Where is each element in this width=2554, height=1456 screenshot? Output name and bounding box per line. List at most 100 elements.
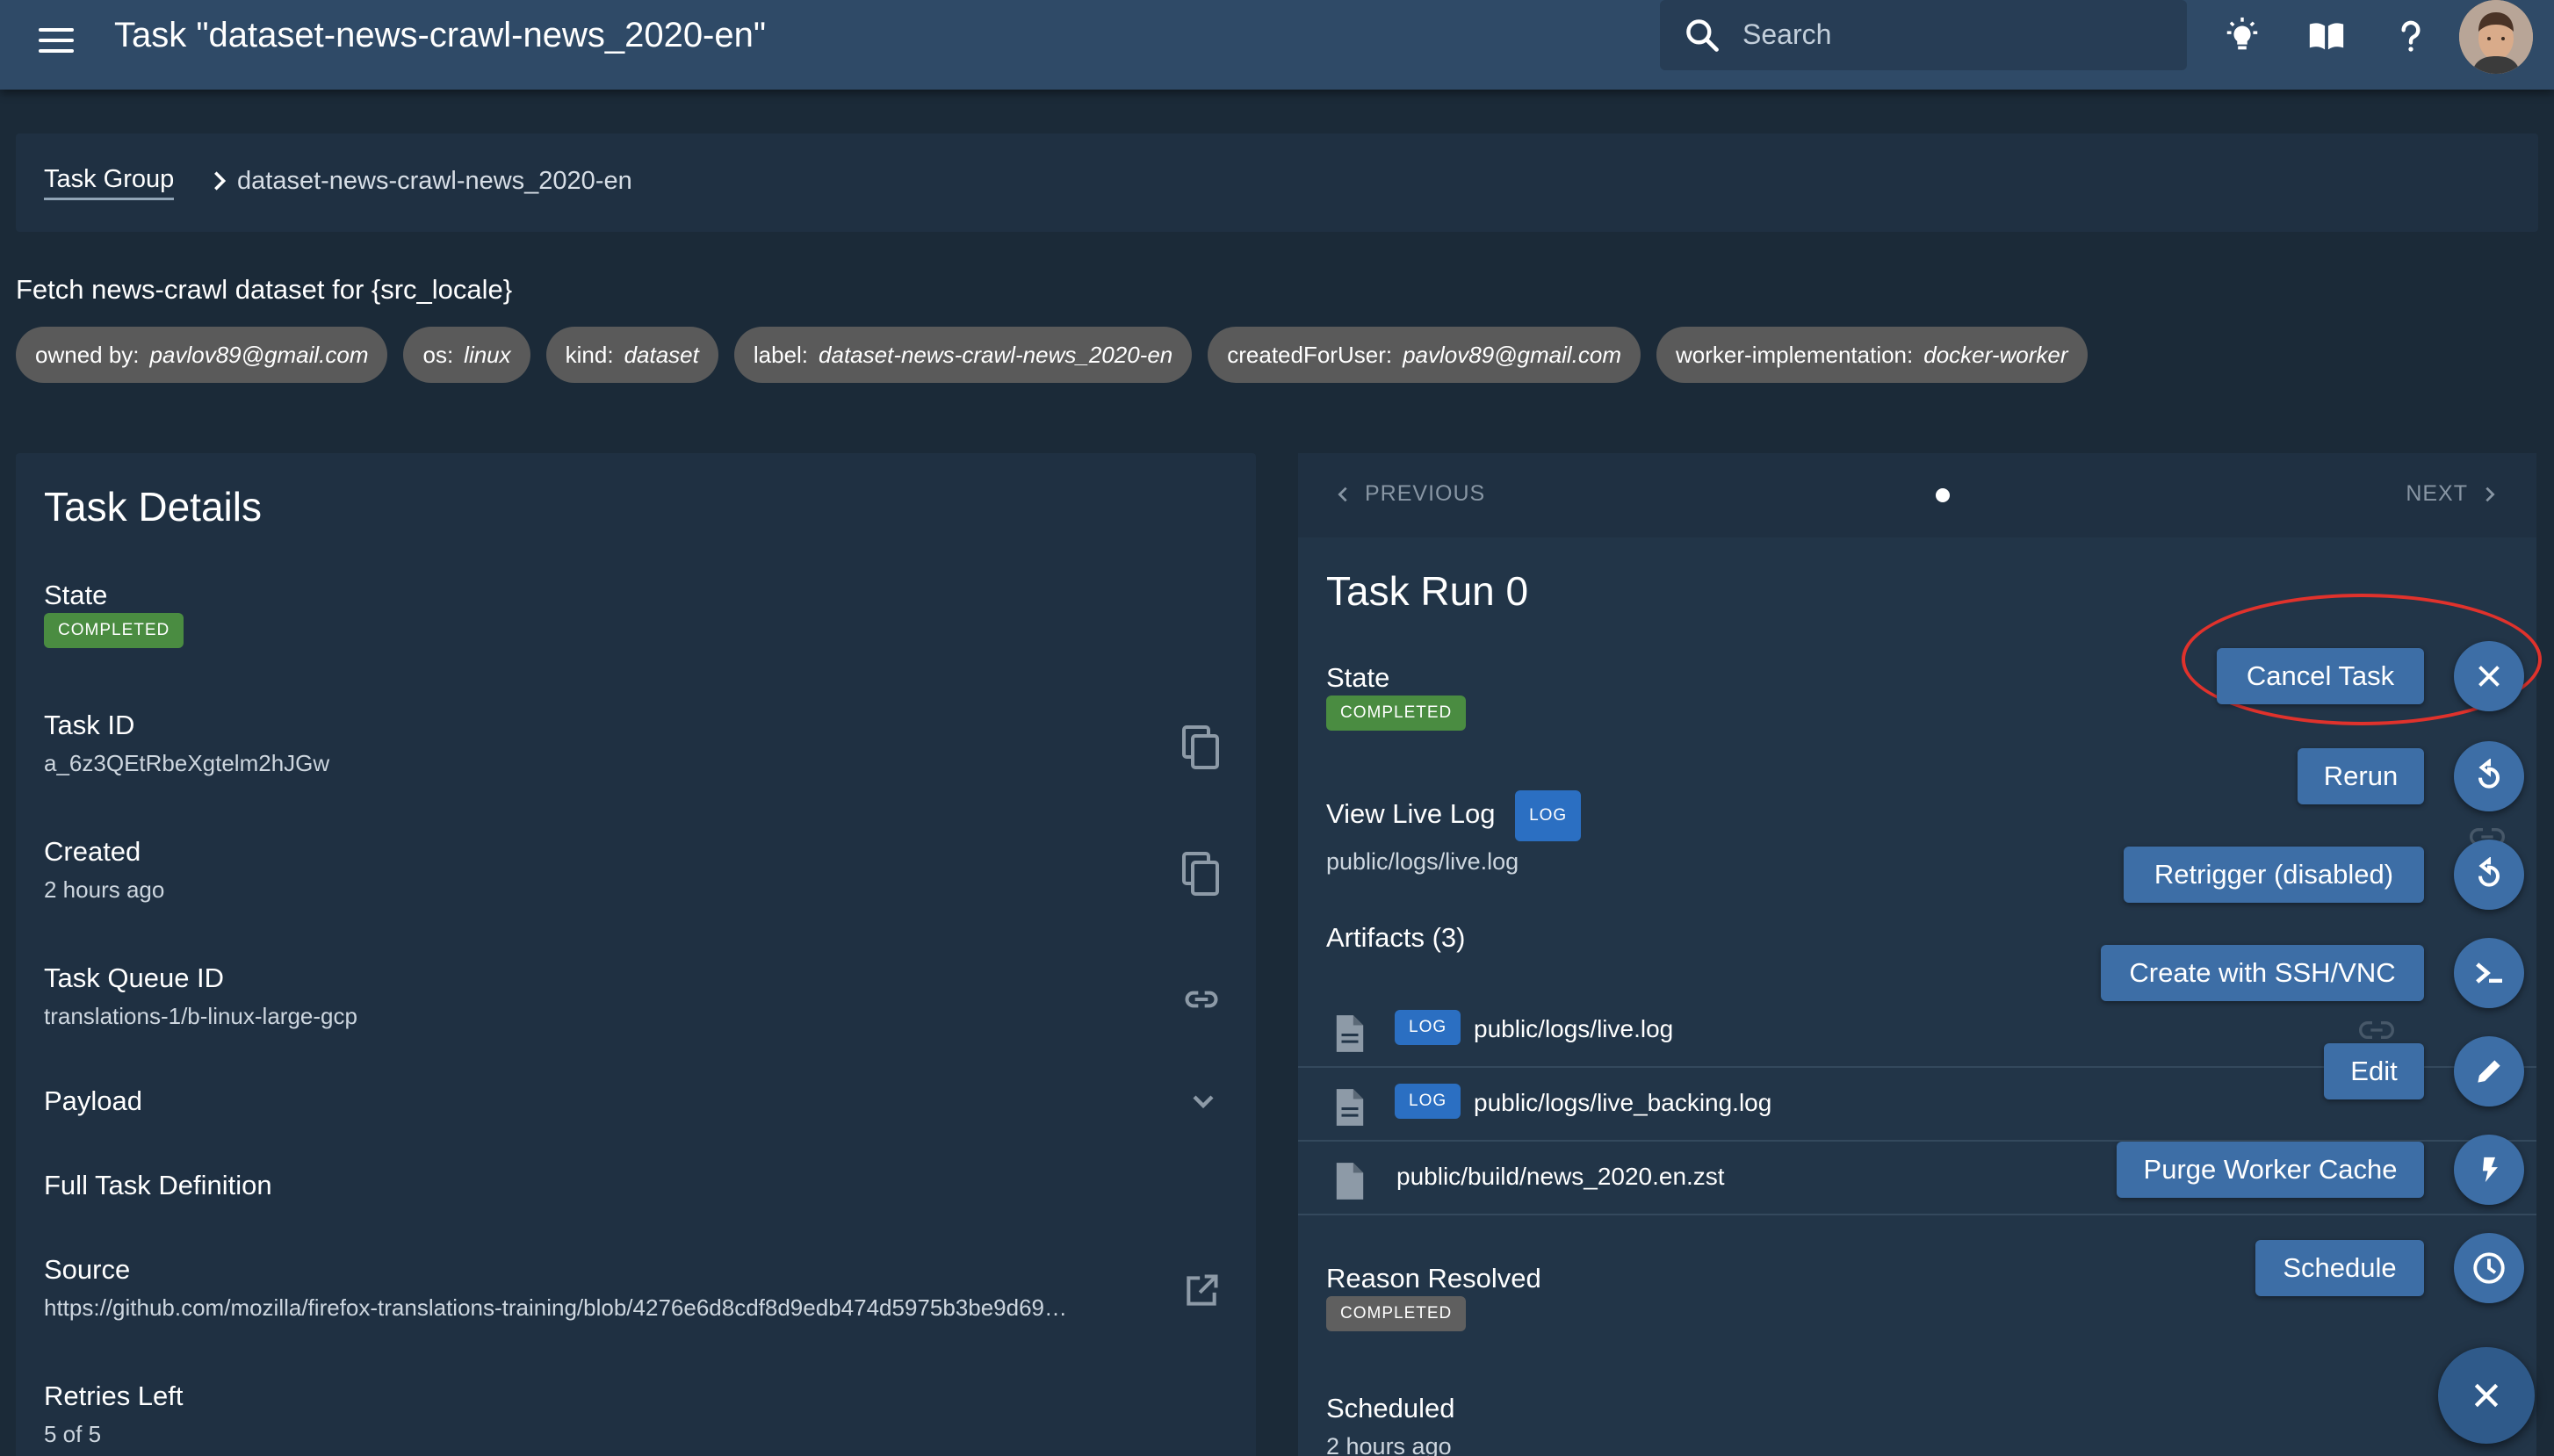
schedule-button[interactable]: Schedule xyxy=(2255,1240,2424,1296)
chip-key: owned by: xyxy=(35,341,140,368)
chip-label: label: dataset-news-crawl-news_2020-en xyxy=(733,327,1193,383)
clock-icon[interactable] xyxy=(2454,1233,2524,1303)
book-icon[interactable] xyxy=(2305,14,2348,58)
live-log-label: View Live Log LOG xyxy=(1326,790,1582,841)
run-pager: PREVIOUS NEXT xyxy=(1298,453,2536,537)
task-id-value: a_6z3QEtRbeXgtelm2hJGw xyxy=(44,750,330,776)
chip-key: os: xyxy=(422,341,454,368)
search-input[interactable] xyxy=(1742,12,2164,56)
live-log-field[interactable]: View Live Log LOG public/logs/live.log xyxy=(1326,790,1582,876)
retrigger-button[interactable]: Retrigger (disabled) xyxy=(2124,847,2424,903)
status-badge: COMPLETED xyxy=(1326,1296,1467,1331)
status-badge: COMPLETED xyxy=(44,613,184,648)
payload-label: Payload xyxy=(44,1085,143,1116)
chip-key: worker-implementation: xyxy=(1676,341,1914,368)
chip-worker-implementation: worker-implementation: docker-worker xyxy=(1656,327,2088,383)
log-badge: LOG xyxy=(1395,1084,1461,1119)
terminal-icon[interactable] xyxy=(2454,938,2524,1008)
scheduled-value: 2 hours ago xyxy=(1326,1433,1452,1456)
status-badge: COMPLETED xyxy=(1326,696,1467,731)
scheduled-label: Scheduled xyxy=(1326,1393,1455,1424)
next-button[interactable]: NEXT xyxy=(2406,481,2500,507)
previous-button[interactable]: PREVIOUS xyxy=(1333,481,1485,507)
next-label: NEXT xyxy=(2406,481,2468,506)
task-run-title: Task Run 0 xyxy=(1326,568,1529,614)
edit-button[interactable]: Edit xyxy=(2324,1043,2424,1099)
flash-icon[interactable] xyxy=(2454,1135,2524,1205)
breadcrumb-current: dataset-news-crawl-news_2020-en xyxy=(237,167,632,195)
state-label: State xyxy=(44,580,108,610)
tag-chips: owned by: pavlov89@gmail.com os: linux kin… xyxy=(16,327,2088,383)
chevron-right-icon xyxy=(2485,487,2495,501)
artifact-name: public/logs/live.log xyxy=(1474,1015,1674,1042)
chip-key: label: xyxy=(753,341,809,368)
task-queue-value[interactable]: translations-1/b-linux-large-gcp xyxy=(44,1003,1194,1030)
retries-label: Retries Left xyxy=(44,1380,184,1411)
replay-icon[interactable] xyxy=(2454,840,2524,910)
cancel-task-button[interactable]: Cancel Task xyxy=(2217,648,2424,704)
retries-value: 5 of 5 xyxy=(44,1421,102,1447)
artifacts-heading: Artifacts (3) xyxy=(1326,920,1465,955)
task-queue-field: Task Queue ID translations-1/b-linux-lar… xyxy=(44,961,1221,1030)
task-id-field: Task ID a_6z3QEtRbeXgtelm2hJGw xyxy=(44,708,1221,777)
full-task-definition-field[interactable]: Full Task Definition xyxy=(44,1168,1221,1203)
run-state-label: State xyxy=(1326,662,1390,693)
chip-kind: kind: dataset xyxy=(545,327,718,383)
scheduled-field: Scheduled 2 hours ago xyxy=(1326,1391,1455,1456)
task-id-label: Task ID xyxy=(44,710,135,740)
avatar[interactable] xyxy=(2459,0,2533,74)
file-icon xyxy=(1333,1013,1367,1058)
chip-value: pavlov89@gmail.com xyxy=(149,341,369,368)
created-field: Created 2 hours ago xyxy=(44,834,1221,904)
chip-key: createdForUser: xyxy=(1227,341,1393,368)
pencil-icon[interactable] xyxy=(2454,1036,2524,1106)
replay-icon[interactable] xyxy=(2454,741,2524,811)
close-icon xyxy=(2474,1383,2499,1408)
full-task-definition-label: Full Task Definition xyxy=(44,1170,272,1200)
chip-value: pavlov89@gmail.com xyxy=(1403,341,1622,368)
task-description: Fetch news-crawl dataset for {src_locale… xyxy=(16,274,513,305)
search-box[interactable] xyxy=(1660,0,2187,70)
open-in-new-icon[interactable] xyxy=(1182,1272,1221,1315)
artifact-name: public/logs/live_backing.log xyxy=(1474,1089,1772,1116)
artifacts-label: Artifacts (3) xyxy=(1326,922,1466,953)
copy-icon[interactable] xyxy=(1182,852,1221,900)
created-label: Created xyxy=(44,836,141,867)
lightbulb-icon[interactable] xyxy=(2220,14,2264,58)
speed-dial-close-button[interactable] xyxy=(2438,1347,2535,1444)
file-icon xyxy=(1333,1161,1367,1206)
rerun-button[interactable]: Rerun xyxy=(2298,748,2424,804)
chip-owned-by: owned by: pavlov89@gmail.com xyxy=(16,327,388,383)
created-value: 2 hours ago xyxy=(44,876,165,903)
reason-resolved-label: Reason Resolved xyxy=(1326,1263,1541,1294)
previous-label: PREVIOUS xyxy=(1365,481,1486,506)
purge-worker-cache-button[interactable]: Purge Worker Cache xyxy=(2117,1142,2424,1198)
chip-created-for-user: createdForUser: pavlov89@gmail.com xyxy=(1208,327,1641,383)
chip-key: kind: xyxy=(565,341,614,368)
chip-value: dataset xyxy=(624,341,699,368)
close-icon[interactable] xyxy=(2454,641,2524,711)
log-badge: LOG xyxy=(1515,790,1582,841)
file-icon xyxy=(1333,1087,1367,1132)
copy-icon[interactable] xyxy=(1182,725,1221,774)
breadcrumb: Task Group dataset-news-crawl-news_2020-… xyxy=(16,133,2538,232)
help-icon[interactable] xyxy=(2389,14,2433,58)
chip-value: dataset-news-crawl-news_2020-en xyxy=(819,341,1173,368)
source-field: Source https://github.com/mozilla/firefo… xyxy=(44,1252,1221,1322)
breadcrumb-task-group-link[interactable]: Task Group xyxy=(44,165,175,200)
chevron-right-icon xyxy=(207,169,232,198)
payload-field[interactable]: Payload xyxy=(44,1084,1221,1119)
menu-icon[interactable] xyxy=(39,21,77,60)
run-state-field: State COMPLETED xyxy=(1326,660,1467,731)
link-icon[interactable] xyxy=(1182,980,1221,1023)
chip-value: docker-worker xyxy=(1923,341,2068,368)
reason-resolved-field: Reason Resolved COMPLETED xyxy=(1326,1261,1541,1331)
log-badge: LOG xyxy=(1395,1010,1461,1045)
chip-os: os: linux xyxy=(403,327,530,383)
source-value[interactable]: https://github.com/mozilla/firefox-trans… xyxy=(44,1294,1186,1322)
chevron-down-icon[interactable] xyxy=(1186,1084,1221,1123)
create-with-ssh-vnc-button[interactable]: Create with SSH/VNC xyxy=(2101,945,2424,1001)
retries-field: Retries Left 5 of 5 xyxy=(44,1379,1221,1448)
app-bar: Task "dataset-news-crawl-news_2020-en" xyxy=(0,0,2554,90)
live-log-path: public/logs/live.log xyxy=(1326,848,1519,875)
